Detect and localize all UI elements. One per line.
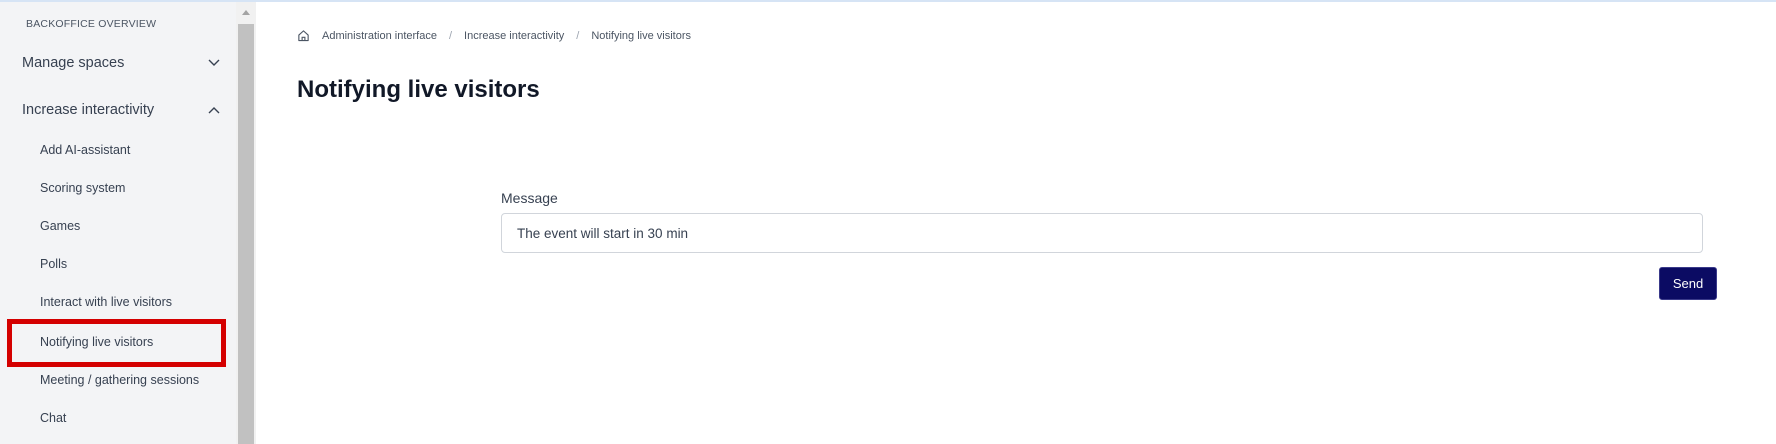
message-label: Message (501, 190, 558, 206)
breadcrumb-separator: / (448, 29, 453, 42)
sidebar-item-polls[interactable]: Polls (40, 254, 67, 274)
sidebar-section-increase-interactivity[interactable]: Increase interactivity (22, 98, 222, 122)
send-button[interactable]: Send (1659, 267, 1717, 300)
section-label: Manage spaces (22, 55, 125, 71)
breadcrumb-item-increase-interactivity[interactable]: Increase interactivity (464, 30, 564, 42)
sidebar-item-games[interactable]: Games (40, 216, 80, 236)
section-label: Increase interactivity (22, 102, 155, 118)
scroll-up-arrow-icon[interactable] (236, 2, 256, 22)
scroll-thumb[interactable] (238, 24, 254, 444)
sidebar-header: BACKOFFICE OVERVIEW (26, 18, 157, 30)
selected-item-highlight (7, 319, 226, 367)
sidebar-item-add-ai-assistant[interactable]: Add AI-assistant (40, 140, 130, 160)
chevron-up-icon (206, 102, 222, 118)
home-icon[interactable] (297, 29, 310, 42)
main-content: Administration interface / Increase inte… (256, 2, 1776, 444)
sidebar-item-chat[interactable]: Chat (40, 408, 66, 428)
breadcrumb-separator: / (576, 29, 580, 42)
message-input[interactable] (501, 213, 1703, 253)
breadcrumb: Administration interface / Increase inte… (297, 29, 691, 42)
page-title: Notifying live visitors (297, 76, 540, 103)
chevron-down-icon (206, 55, 222, 71)
breadcrumb-item-administration-interface[interactable]: Administration interface (322, 30, 437, 42)
sidebar-item-interact-with-live-visitors[interactable]: Interact with live visitors (40, 292, 172, 312)
sidebar: BACKOFFICE OVERVIEW Manage spaces Increa… (0, 2, 236, 444)
sidebar-item-scoring-system[interactable]: Scoring system (40, 178, 125, 198)
sidebar-item-meeting-gathering-sessions[interactable]: Meeting / gathering sessions (40, 370, 199, 390)
sidebar-scrollbar[interactable] (236, 2, 256, 444)
breadcrumb-item-current: Notifying live visitors (591, 29, 691, 42)
sidebar-section-manage-spaces[interactable]: Manage spaces (22, 51, 222, 75)
